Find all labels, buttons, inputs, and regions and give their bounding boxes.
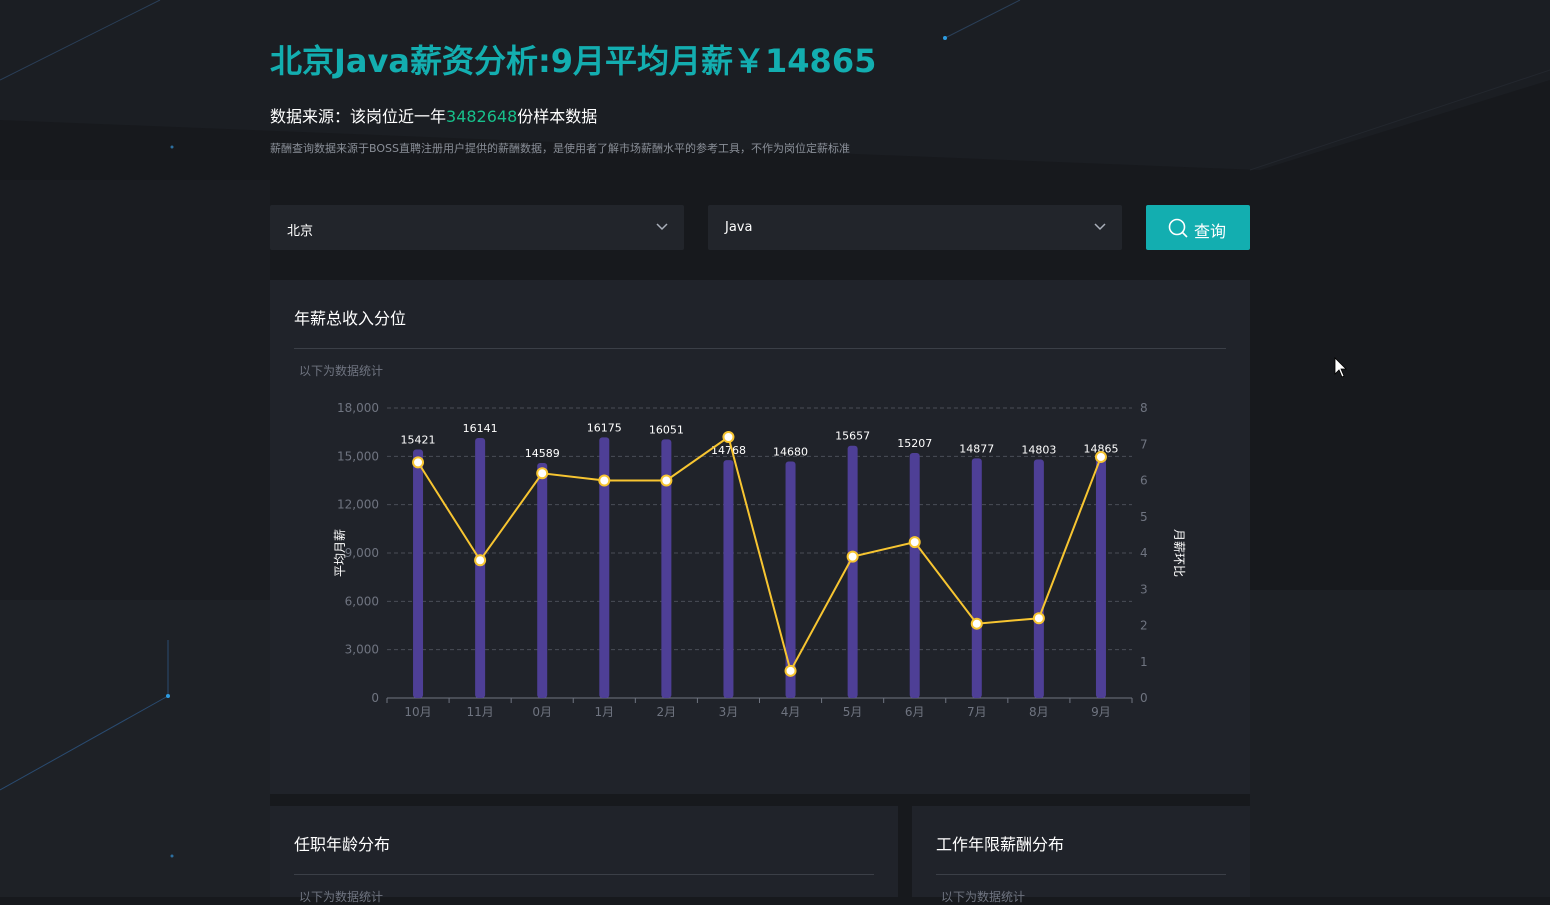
bar-value-label: 16051 <box>649 423 684 436</box>
search-icon <box>1168 218 1188 238</box>
panel-title: 任职年龄分布 <box>294 835 391 854</box>
bar <box>723 460 734 698</box>
panel-divider <box>294 874 874 875</box>
y2-tick-label: 2 <box>1140 619 1148 633</box>
y2-tick-label: 0 <box>1140 691 1148 705</box>
line-point <box>536 467 549 480</box>
bar-value-label: 14680 <box>773 445 808 458</box>
y-tick-label: 18,000 <box>337 401 379 415</box>
city-select-value: 北京 <box>287 224 314 239</box>
x-tick-label: 4月 <box>781 705 801 719</box>
bar <box>909 452 920 698</box>
bar-value-label: 14803 <box>1021 444 1056 457</box>
data-source-prefix: 数据来源：该岗位近一年 <box>270 107 447 126</box>
line-point <box>970 617 983 630</box>
job-select[interactable]: Java <box>708 205 1122 250</box>
bar <box>1033 459 1044 698</box>
bar-value-label: 15657 <box>835 430 870 443</box>
y-axis-title: 平均月薪 <box>333 529 347 577</box>
y-tick-label: 3,000 <box>345 643 379 657</box>
query-button[interactable]: 查询 <box>1146 205 1250 250</box>
work-years-panel: 工作年限薪酬分布 以下为数据统计 <box>912 806 1250 904</box>
line-point <box>412 456 425 469</box>
mouse-cursor-icon <box>1334 357 1347 378</box>
y2-tick-label: 8 <box>1140 401 1148 415</box>
page-title: 北京Java薪资分析:9月平均月薪￥14865 <box>270 42 877 80</box>
chevron-down-icon <box>1094 223 1106 231</box>
y-tick-label: 12,000 <box>337 498 379 512</box>
disclaimer-text: 薪酬查询数据来源于BOSS直聘注册用户提供的薪酬数据，是使用者了解市场薪酬水平的… <box>270 142 850 155</box>
x-tick-label: 5月 <box>843 705 863 719</box>
age-distribution-panel: 任职年龄分布 以下为数据统计 <box>270 806 898 904</box>
bar-value-label: 15207 <box>897 437 932 450</box>
y2-tick-label: 6 <box>1140 474 1148 488</box>
bar <box>475 437 486 698</box>
x-tick-label: 2月 <box>657 705 677 719</box>
line-point <box>908 536 921 549</box>
bar-value-label: 16141 <box>463 422 498 435</box>
mom-change-line <box>417 435 1102 674</box>
bar-value-label: 14589 <box>525 447 560 460</box>
job-select-value: Java <box>725 220 753 235</box>
x-tick-label: 7月 <box>967 705 987 719</box>
panel-divider <box>936 874 1226 875</box>
y2-tick-label: 4 <box>1140 546 1148 560</box>
bar-value-label: 15421 <box>401 434 436 447</box>
city-select[interactable]: 北京 <box>270 205 684 250</box>
bar <box>971 458 982 698</box>
bar <box>413 449 424 698</box>
y-tick-label: 6,000 <box>345 594 379 608</box>
data-source-line: 数据来源：该岗位近一年3482648份样本数据 <box>270 103 597 127</box>
y-tick-label: 15,000 <box>337 449 379 463</box>
sample-count: 3482648 <box>446 107 518 126</box>
bar <box>537 462 548 698</box>
line-point <box>660 474 673 487</box>
bar-value-label: 16175 <box>587 421 622 434</box>
bar <box>847 445 858 698</box>
salary-chart: 0 3,000 6,000 9,000 12,000 15,000 18,000 0 1 2 3 4 5… <box>333 401 1186 719</box>
line-point <box>784 664 797 677</box>
query-button-label: 查询 <box>1194 222 1227 241</box>
x-tick-label: 10月 <box>404 705 431 719</box>
line-point <box>722 431 735 443</box>
x-tick-label: 9月 <box>1091 705 1111 719</box>
bar <box>1095 458 1106 698</box>
salary-percentile-panel: 年薪总收入分位 以下为数据统计 0 3,000 6,000 9,000 12,000 15… <box>270 280 1250 794</box>
y2-tick-label: 3 <box>1140 582 1148 596</box>
line-point <box>1032 612 1045 625</box>
x-tick-label: 0月 <box>532 705 552 719</box>
y2-tick-label: 7 <box>1140 437 1148 451</box>
x-tick-label: 3月 <box>719 705 739 719</box>
y-tick-label: 9,000 <box>345 546 379 560</box>
line-point <box>474 554 487 567</box>
chevron-down-icon <box>656 223 668 231</box>
y-tick-label: 0 <box>371 691 379 705</box>
panel-title: 工作年限薪酬分布 <box>936 835 1065 854</box>
x-tick-label: 6月 <box>905 705 925 719</box>
y2-axis-title: 月薪环比 <box>1172 529 1186 577</box>
y2-tick-label: 5 <box>1140 510 1148 524</box>
y2-tick-label: 1 <box>1140 655 1148 669</box>
line-point <box>1094 450 1107 463</box>
x-tick-label: 8月 <box>1029 705 1049 719</box>
x-tick-label: 11月 <box>466 705 493 719</box>
bar-value-label: 14877 <box>959 442 994 455</box>
line-point <box>598 474 611 487</box>
line-point <box>846 550 859 563</box>
data-source-suffix: 份样本数据 <box>517 107 598 126</box>
x-tick-label: 1月 <box>594 705 614 719</box>
